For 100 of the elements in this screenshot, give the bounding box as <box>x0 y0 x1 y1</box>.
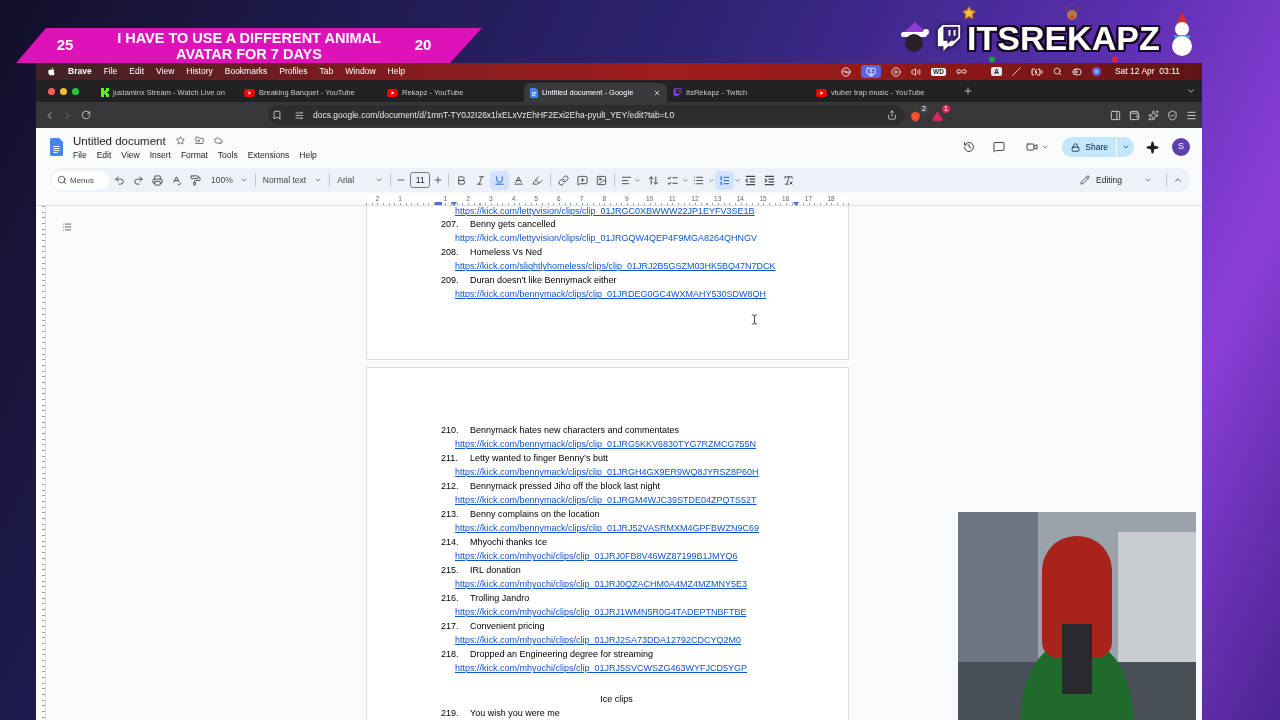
history-icon[interactable] <box>963 141 976 153</box>
menu-item[interactable]: File <box>73 148 87 161</box>
highlighter-icon[interactable] <box>532 174 544 186</box>
apple-icon[interactable] <box>47 67 56 76</box>
menu-bar-clock[interactable]: Sat 12 Apr 03:11 <box>1114 65 1180 78</box>
sparkles-icon[interactable] <box>1148 109 1159 121</box>
infinity-icon[interactable] <box>955 66 967 77</box>
menu-item[interactable]: Window <box>345 65 376 78</box>
chevron-down-icon[interactable] <box>1186 86 1196 96</box>
clip-link[interactable]: https://kick.com/bennymack/clips/clip_01JRDEG0GC4WXMAHY530SDW8QH <box>455 288 767 302</box>
volume-icon[interactable] <box>911 66 922 77</box>
app-menu[interactable]: Brave <box>68 65 92 78</box>
menu-item[interactable]: View <box>121 148 140 161</box>
clip-link[interactable]: https://kick.com/mhyochi/clips/clip_01JRJ5SVCWSZG463WYFJCD5YGP <box>455 662 748 676</box>
pencil-icon[interactable] <box>1080 175 1090 185</box>
caret-icon[interactable] <box>314 176 323 184</box>
folder-icon[interactable] <box>194 136 204 145</box>
font-size-field[interactable]: 11 <box>410 172 431 188</box>
monitor-icon[interactable] <box>861 65 882 78</box>
close-window-icon[interactable] <box>48 87 55 95</box>
battery-icon[interactable] <box>1030 65 1043 78</box>
play-icon[interactable] <box>891 66 902 77</box>
close-icon[interactable] <box>653 88 661 97</box>
font-dropdown[interactable]: Arial <box>333 170 388 190</box>
zoom-window-icon[interactable] <box>72 87 79 95</box>
first-line-indent-marker[interactable] <box>435 202 442 205</box>
menu-item[interactable]: Profiles <box>279 65 308 78</box>
menu-item[interactable]: Tools <box>217 148 238 161</box>
menu-icon[interactable] <box>1186 109 1197 121</box>
menu-item[interactable]: Bookmarks <box>224 65 268 78</box>
increase-indent-icon[interactable] <box>764 174 776 186</box>
clip-link[interactable]: https://kick.com/lettyvision/clips/clip_01JRGC0XBWWW22JP1EYFV3SE1B <box>455 205 755 219</box>
video-icon[interactable] <box>1026 141 1039 153</box>
increase-font-size-icon[interactable] <box>433 175 444 185</box>
text-style-dropdown[interactable]: Normal text <box>258 170 327 190</box>
menu-item[interactable]: History <box>186 65 213 78</box>
cloud-icon[interactable] <box>213 136 223 145</box>
reload-icon[interactable] <box>81 110 91 120</box>
clip-link[interactable]: https://kick.com/slightlyhomeless/clips/clip_01JRJ2B5GSZM03HK5BQ47N7DCK <box>455 260 776 274</box>
decrease-indent-icon[interactable] <box>745 174 757 186</box>
sidebar-icon[interactable] <box>1110 109 1121 121</box>
clip-link[interactable]: https://kick.com/mhyochi/clips/clip_01JRJ2SA73DDA12792CDCYQ2M0 <box>455 634 742 648</box>
redo-icon[interactable] <box>133 174 144 186</box>
menu-item[interactable]: Edit <box>129 65 144 78</box>
caret-icon[interactable] <box>1144 176 1152 184</box>
editing-mode-dropdown[interactable]: Editing <box>1076 170 1156 190</box>
line-spacing-icon[interactable] <box>648 174 660 186</box>
document-icon[interactable] <box>50 138 63 156</box>
text-color-icon[interactable] <box>513 174 525 186</box>
print-icon[interactable] <box>152 174 163 186</box>
document-title[interactable]: Untitled document <box>73 133 166 148</box>
link-icon[interactable] <box>558 174 570 186</box>
comment-icon[interactable] <box>993 141 1006 153</box>
menu-item[interactable]: View <box>156 65 175 78</box>
lock-icon[interactable] <box>1071 142 1081 152</box>
star-icon[interactable] <box>175 136 185 145</box>
search-icon[interactable] <box>57 175 67 185</box>
disc-icon[interactable] <box>841 66 852 77</box>
clip-link[interactable]: https://kick.com/bennymack/clips/clip_01JRGM4WJC39STDE04ZPQTS52T <box>455 494 757 508</box>
site-settings-icon[interactable] <box>295 110 304 120</box>
minimize-window-icon[interactable] <box>60 87 67 95</box>
new-tab-icon[interactable] <box>963 86 973 96</box>
zoom-dropdown[interactable]: 100% <box>207 170 252 190</box>
orb-icon[interactable] <box>1091 67 1101 76</box>
menu-item[interactable]: Edit <box>96 148 112 161</box>
clip-link[interactable]: https://kick.com/lettyvision/clips/clip_01JRGQW4QEP4F9MGA8264QHNGV <box>455 232 758 246</box>
menu-item[interactable]: Format <box>180 148 208 161</box>
menu-item[interactable]: Insert <box>149 148 171 161</box>
slash-icon[interactable] <box>1011 67 1021 76</box>
caret-icon[interactable] <box>1121 143 1130 151</box>
undo-icon[interactable] <box>114 174 125 186</box>
image-icon[interactable] <box>596 174 608 186</box>
clip-link[interactable]: https://kick.com/mhyochi/clips/clip_01JRJ0FB8V46WZ87199B1JMYQ6 <box>455 550 738 564</box>
clip-link[interactable]: https://kick.com/bennymack/clips/clip_01JRJ52VASRMXM4GPFBWZN9C69 <box>455 522 759 536</box>
bookmark-icon[interactable] <box>272 110 282 120</box>
chevron-up-icon[interactable] <box>1173 175 1183 185</box>
share-icon[interactable] <box>887 110 897 120</box>
shield-icon[interactable] <box>910 111 921 122</box>
align-left-icon[interactable] <box>621 174 633 186</box>
account-avatar[interactable]: S <box>1172 138 1190 156</box>
menu-item[interactable]: Help <box>299 148 317 161</box>
wallet-icon[interactable] <box>1129 109 1140 121</box>
caret-icon[interactable] <box>375 176 384 184</box>
sparkle-icon[interactable] <box>1146 140 1159 154</box>
menu-item[interactable]: File <box>103 65 118 78</box>
paint-format-icon[interactable] <box>190 174 201 186</box>
menu-item[interactable]: Extensions <box>247 148 290 161</box>
caret-icon[interactable] <box>1041 143 1050 151</box>
clip-link[interactable]: https://kick.com/mhyochi/clips/clip_01JRJ1WMN5R0G4TADEPTNBFTBE <box>455 606 747 620</box>
menu-item[interactable]: Tab <box>319 65 334 78</box>
clip-link[interactable]: https://kick.com/mhyochi/clips/clip_01JRJ0QZACHM0A4MZ4MZMNY5E3 <box>455 578 748 592</box>
clip-link[interactable]: https://kick.com/bennymack/clips/clip_01JRGH4GX9ER9WQ8JYRSZ8P60H <box>455 466 759 480</box>
spellcheck-icon[interactable] <box>171 174 182 186</box>
clip-link[interactable]: https://kick.com/bennymack/clips/clip_01JRG5KKV6830TYG7RZMCG755N <box>455 438 757 452</box>
add-comment-icon[interactable] <box>577 174 589 186</box>
share-button[interactable]: Share <box>1062 137 1116 157</box>
triangle-icon[interactable] <box>932 111 943 122</box>
caret-icon[interactable] <box>239 176 248 184</box>
menu-item[interactable]: Help <box>387 65 406 78</box>
address-field[interactable]: docs.google.com/document/d/1mnT-TY0J2I26x1lxELxVzEhHF2Exi2Eha-pyulI_YEY/edit?tab=t.0 <box>268 105 905 125</box>
